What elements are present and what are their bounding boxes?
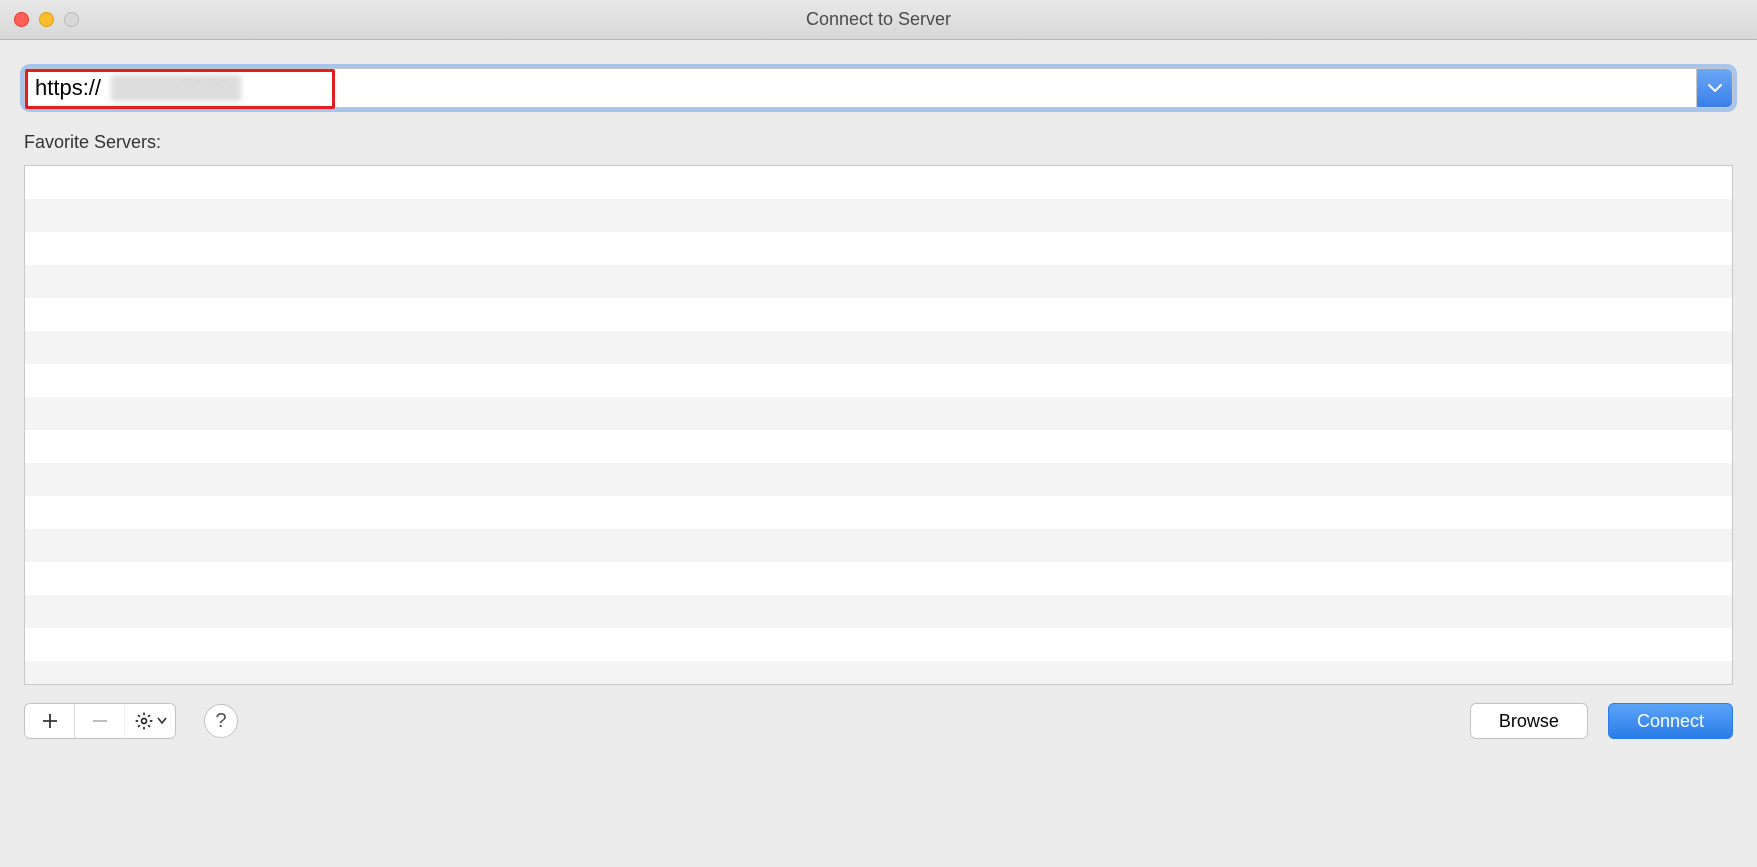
action-menu-button[interactable]	[125, 704, 175, 738]
list-row	[25, 463, 1732, 496]
favorites-label: Favorite Servers:	[24, 132, 1733, 153]
list-row	[25, 298, 1732, 331]
help-label: ?	[215, 710, 226, 733]
favorites-list[interactable]	[24, 165, 1733, 685]
list-row	[25, 496, 1732, 529]
close-window-button[interactable]	[14, 12, 29, 27]
connect-button[interactable]: Connect	[1608, 703, 1733, 739]
plus-icon	[42, 713, 58, 729]
gear-icon	[134, 711, 154, 731]
server-address-input[interactable]	[25, 69, 1696, 107]
list-row	[25, 364, 1732, 397]
browse-button[interactable]: Browse	[1470, 703, 1588, 739]
remove-favorite-button[interactable]	[75, 704, 125, 738]
minimize-window-button[interactable]	[39, 12, 54, 27]
list-row	[25, 265, 1732, 298]
address-input-wrapper	[24, 68, 1733, 108]
connect-label: Connect	[1637, 711, 1704, 731]
list-row	[25, 661, 1732, 685]
chevron-down-icon	[157, 717, 167, 725]
list-row	[25, 562, 1732, 595]
content-area: Favorite Servers:	[0, 40, 1757, 759]
list-row	[25, 166, 1732, 199]
favorites-toolbar	[24, 703, 176, 739]
traffic-lights	[0, 12, 79, 27]
list-row	[25, 595, 1732, 628]
add-favorite-button[interactable]	[25, 704, 75, 738]
list-row	[25, 232, 1732, 265]
list-row	[25, 397, 1732, 430]
chevron-down-icon	[1708, 83, 1722, 93]
zoom-window-button[interactable]	[64, 12, 79, 27]
minus-icon	[92, 713, 108, 729]
address-row	[24, 68, 1733, 108]
list-row	[25, 529, 1732, 562]
browse-label: Browse	[1499, 711, 1559, 731]
list-row	[25, 430, 1732, 463]
address-history-dropdown[interactable]	[1696, 69, 1732, 107]
window-title: Connect to Server	[806, 9, 951, 30]
list-row	[25, 628, 1732, 661]
list-row	[25, 331, 1732, 364]
titlebar: Connect to Server	[0, 0, 1757, 40]
help-button[interactable]: ?	[204, 704, 238, 738]
list-row	[25, 199, 1732, 232]
bottom-bar: ? Browse Connect	[24, 703, 1733, 739]
